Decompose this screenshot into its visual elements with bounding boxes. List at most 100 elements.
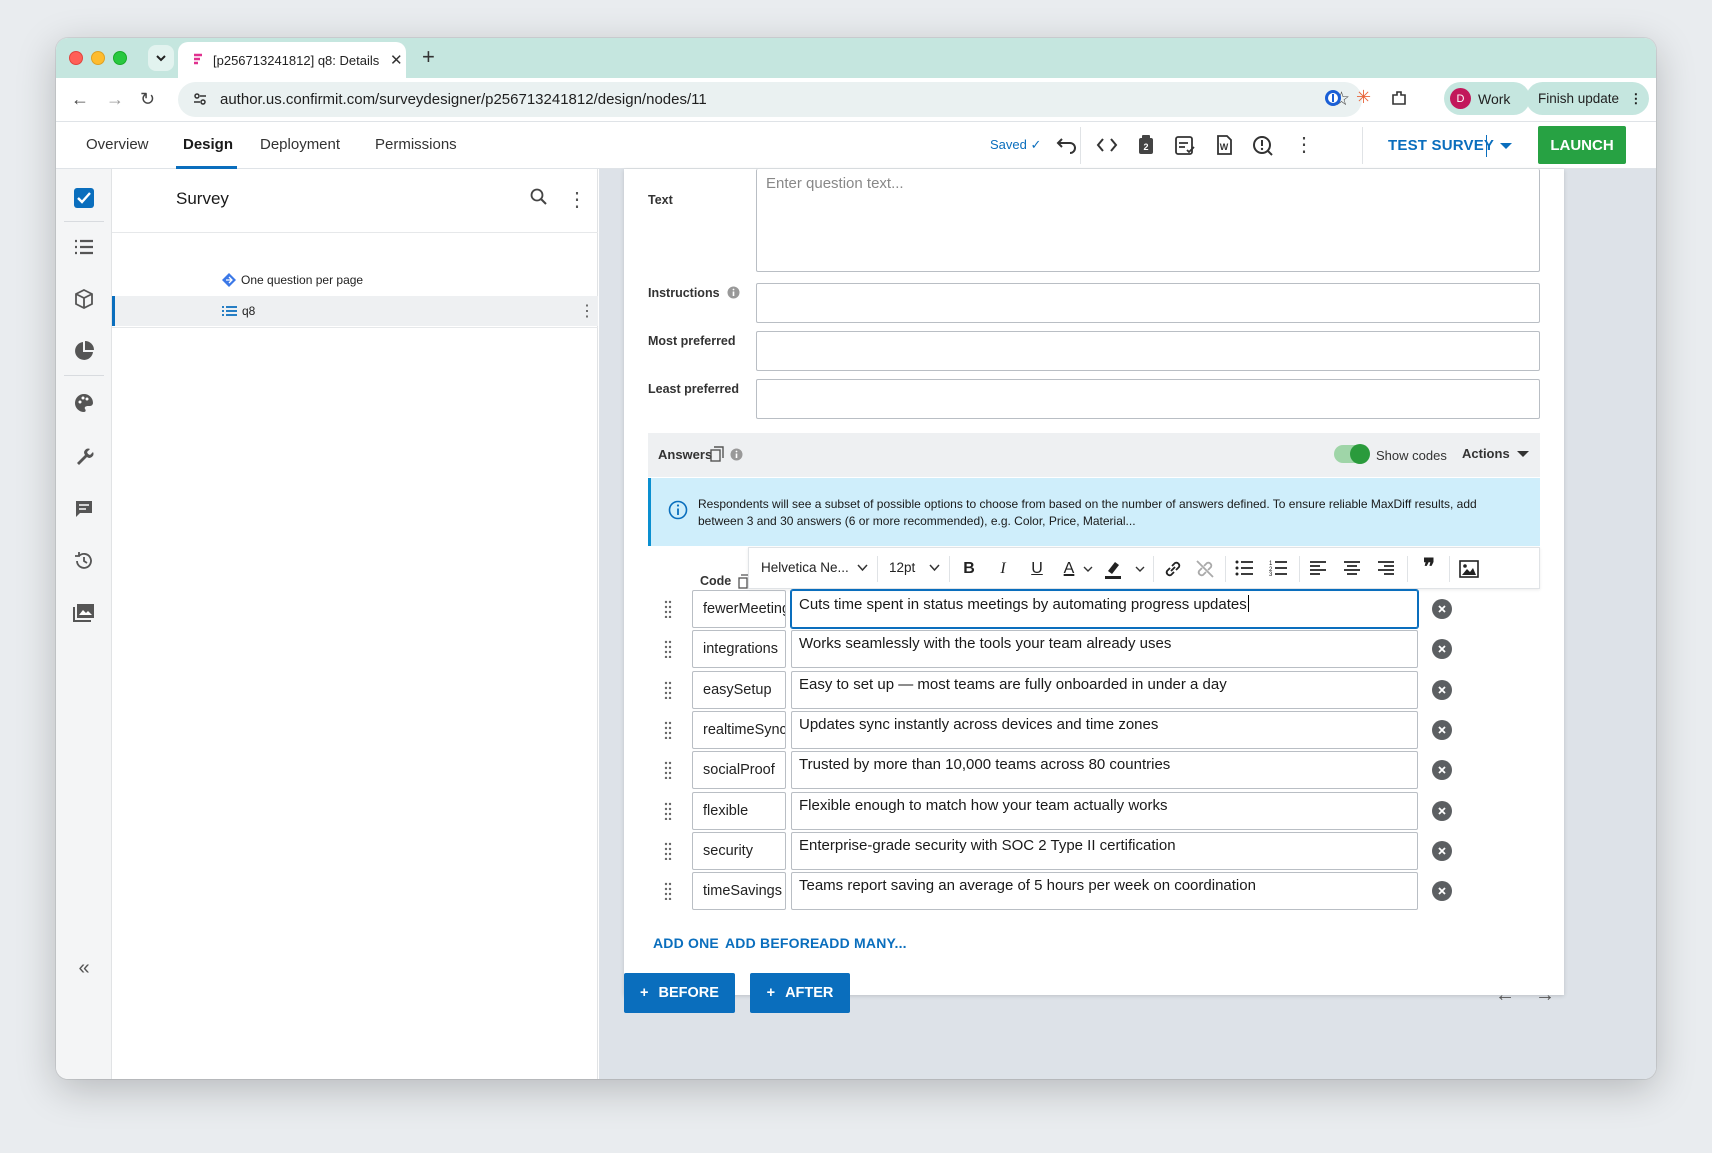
insert-image-icon[interactable] [1459,559,1479,579]
font-color-icon[interactable]: A [1059,559,1079,579]
finish-update-button[interactable]: Finish update ⋮ [1526,82,1649,115]
most-preferred-input[interactable] [756,331,1540,371]
add-one-button[interactable]: ADD ONE [653,935,719,951]
survey-design-nav[interactable] [72,186,96,210]
remove-answer-icon[interactable] [1432,881,1452,902]
answer-code-input[interactable]: realtimeSync [692,710,786,749]
tab-design[interactable]: Design [183,136,233,153]
unlink-icon[interactable] [1195,559,1215,579]
media-library-nav[interactable] [72,601,96,625]
italic-icon[interactable]: I [993,559,1013,579]
password-manager-icon[interactable] [1324,89,1342,107]
chevron-down-icon[interactable] [1135,566,1145,573]
extensions-puzzle-icon[interactable] [1390,89,1408,107]
comments-nav[interactable] [72,497,96,521]
align-center-icon[interactable] [1343,560,1361,576]
reports-nav[interactable] [72,339,96,363]
remove-answer-icon[interactable] [1432,760,1452,781]
answer-text-input[interactable]: Cuts time spent in status meetings by au… [791,590,1418,628]
remove-answer-icon[interactable] [1432,719,1452,740]
validation-alert-icon[interactable] [1252,135,1274,157]
tab-search-button[interactable] [148,45,174,71]
add-before-button[interactable]: ADD BEFORE [725,935,820,951]
search-icon[interactable] [530,188,548,206]
numbered-list-icon[interactable]: 123 [1269,560,1287,576]
answer-code-input[interactable]: flexible [692,791,786,830]
drag-handle-icon[interactable] [664,600,672,623]
answer-code-input[interactable]: fewerMeetings [692,590,786,628]
answer-text-input[interactable]: Teams report saving an average of 5 hour… [791,872,1418,911]
back-icon[interactable]: ← [71,90,89,108]
forward-icon[interactable]: → [106,90,124,108]
browser-tab-active[interactable]: [p256713241812] q8: Details ✕ [178,42,406,78]
close-window-button[interactable] [69,51,83,65]
reload-icon[interactable]: ↻ [140,90,155,108]
tab-deployment[interactable]: Deployment [260,136,340,153]
close-tab-icon[interactable]: ✕ [390,51,403,69]
site-info-icon[interactable] [192,91,208,107]
themes-nav[interactable] [72,391,96,415]
questions-list-nav[interactable] [72,235,96,259]
answer-code-input[interactable]: socialProof [692,751,786,790]
add-many-button[interactable]: ADD MANY... [819,935,907,951]
drag-handle-icon[interactable] [664,882,672,905]
drag-handle-icon[interactable] [664,640,672,663]
answer-text-input[interactable]: Updates sync instantly across devices an… [791,710,1418,749]
chevron-down-icon[interactable] [857,564,868,572]
drag-handle-icon[interactable] [664,842,672,865]
align-right-icon[interactable] [1377,560,1395,576]
bold-icon[interactable]: B [959,559,979,579]
font-family-select[interactable]: Helvetica Ne... [761,560,849,575]
answer-code-input[interactable]: timeSavings [692,872,786,911]
drag-handle-icon[interactable] [664,761,672,784]
undo-icon[interactable] [1056,135,1078,155]
tab-permissions[interactable]: Permissions [375,136,457,153]
info-icon[interactable] [727,286,740,299]
tab-overview[interactable]: Overview [86,136,149,153]
remove-answer-icon[interactable] [1432,639,1452,660]
align-left-icon[interactable] [1309,560,1327,576]
previous-question-icon[interactable]: ← [1495,984,1515,1007]
launch-button[interactable]: LAUNCH [1538,126,1626,164]
answer-code-input[interactable]: integrations [692,630,786,669]
address-bar[interactable]: author.us.confirmit.com/surveydesigner/p… [178,82,1362,117]
blockquote-icon[interactable]: ❞ [1419,554,1439,579]
node-menu-icon[interactable]: ⋮ [579,301,595,321]
show-codes-toggle[interactable] [1334,444,1370,464]
question-library-icon[interactable]: 2 [1136,135,1156,155]
new-tab-button[interactable]: + [422,46,435,68]
remove-answer-icon[interactable] [1432,800,1452,821]
answer-text-input[interactable]: Enterprise-grade security with SOC 2 Typ… [791,831,1418,870]
answer-code-input[interactable]: security [692,831,786,870]
answer-text-input[interactable]: Easy to set up — most teams are fully on… [791,670,1418,709]
add-before-question-button[interactable]: + BEFORE [624,973,735,1013]
checklist-icon[interactable] [1174,135,1196,155]
drag-handle-icon[interactable] [664,721,672,744]
answer-text-input[interactable]: Flexible enough to match how your team a… [791,791,1418,830]
resources-nav[interactable] [72,287,96,311]
highlight-icon[interactable] [1103,559,1123,579]
tree-node-page-break[interactable]: One question per page [112,265,598,295]
test-survey-button[interactable]: TEST SURVEY [1388,137,1494,154]
word-export-icon[interactable]: W [1214,135,1234,155]
minimize-window-button[interactable] [91,51,105,65]
least-preferred-input[interactable] [756,379,1540,419]
bulleted-list-icon[interactable] [1235,560,1253,576]
drag-handle-icon[interactable] [664,802,672,825]
profile-button[interactable]: D Work [1444,82,1530,115]
copy-icon[interactable] [710,446,724,462]
actions-dropdown[interactable]: Actions [1462,446,1530,461]
question-text-input[interactable]: Enter question text... [756,169,1540,272]
answer-text-input[interactable]: Works seamlessly with the tools your tea… [791,630,1418,669]
chevron-down-icon[interactable] [929,564,940,572]
font-size-select[interactable]: 12pt [889,560,915,575]
remove-answer-icon[interactable] [1432,599,1452,619]
answer-code-input[interactable]: easySetup [692,670,786,709]
test-survey-dropdown-icon[interactable] [1498,138,1514,154]
tree-menu-icon[interactable]: ⋮ [567,187,587,212]
next-question-icon[interactable]: → [1535,984,1555,1007]
extension-burst-icon[interactable]: ✳ [1356,87,1371,108]
link-icon[interactable] [1163,559,1183,579]
code-view-icon[interactable] [1096,135,1118,155]
instructions-input[interactable] [756,283,1540,323]
